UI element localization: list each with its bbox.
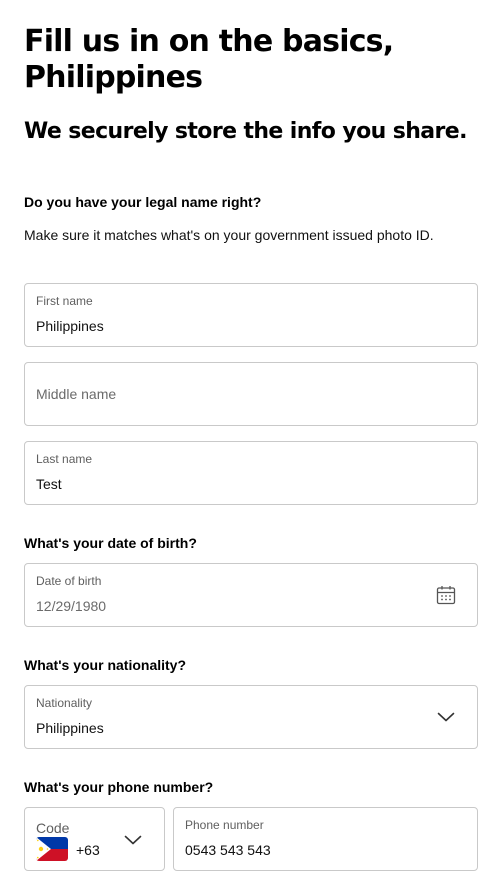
philippines-flag-icon (36, 837, 68, 861)
first-name-label: First name (36, 294, 93, 308)
phone-number-field[interactable]: Phone number 0543 543 543 (173, 807, 478, 871)
dial-code-value: +63 (76, 842, 100, 858)
nationality-question: What's your nationality? (24, 657, 187, 673)
dob-question: What's your date of birth? (24, 535, 197, 551)
last-name-value: Test (36, 476, 62, 492)
chevron-down-icon (437, 710, 455, 728)
first-name-field[interactable]: First name Philippines (24, 283, 478, 347)
phone-number-value: 0543 543 543 (185, 842, 271, 858)
page-title: Fill us in on the basics, Philippines (24, 24, 394, 95)
middle-name-placeholder: Middle name (36, 386, 117, 402)
nationality-select[interactable]: Nationality Philippines (24, 685, 478, 749)
country-code-select[interactable]: Code +63 (24, 807, 165, 871)
phone-number-label: Phone number (185, 818, 264, 832)
nationality-value: Philippines (36, 720, 104, 736)
last-name-field[interactable]: Last name Test (24, 441, 478, 505)
middle-name-field[interactable]: Middle name (24, 362, 478, 426)
code-label: Code (36, 820, 70, 836)
page-subtitle: We securely store the info you share. (24, 119, 467, 144)
phone-question: What's your phone number? (24, 779, 214, 795)
legal-name-help: Make sure it matches what's on your gove… (24, 227, 434, 243)
calendar-icon[interactable] (436, 585, 456, 610)
dob-field[interactable]: Date of birth 12/29/1980 (24, 563, 478, 627)
nationality-label: Nationality (36, 696, 93, 710)
last-name-label: Last name (36, 452, 93, 466)
first-name-value: Philippines (36, 318, 104, 334)
chevron-down-icon (124, 833, 142, 851)
dob-label: Date of birth (36, 574, 102, 588)
dob-value: 12/29/1980 (36, 598, 107, 614)
legal-name-question: Do you have your legal name right? (24, 194, 262, 210)
